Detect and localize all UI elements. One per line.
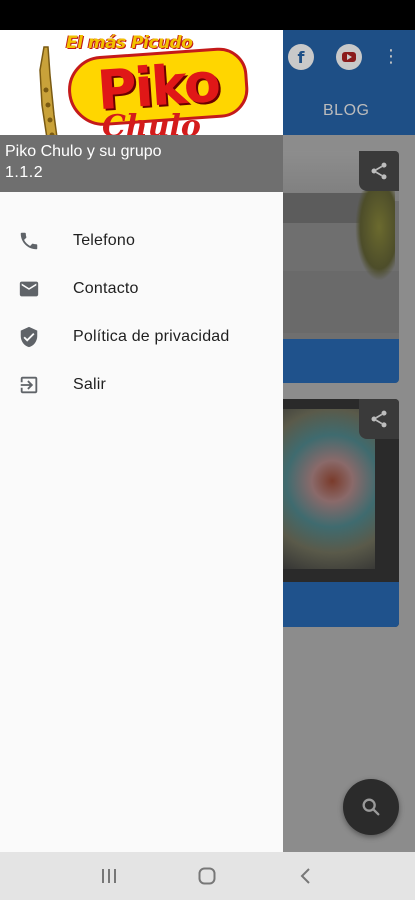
mail-icon	[17, 277, 41, 301]
menu-item-label: Telefono	[73, 232, 136, 249]
menu-item-salir[interactable]: Salir	[0, 361, 283, 409]
post-caption	[272, 582, 399, 627]
phone-icon	[17, 229, 41, 253]
status-bar	[0, 0, 415, 30]
app-version: 1.1.2	[5, 164, 44, 181]
home-button[interactable]	[187, 856, 227, 896]
app-name: Piko Chulo y su grupo	[5, 143, 162, 160]
tab-blog[interactable]: BLOG	[323, 102, 369, 120]
menu-item-label: Salir	[73, 376, 107, 393]
recents-icon	[102, 869, 117, 883]
post-card[interactable]	[272, 151, 399, 383]
menu-item-contacto[interactable]: Contacto	[0, 265, 283, 313]
back-button[interactable]	[286, 856, 326, 896]
saxophone-icon	[39, 46, 58, 135]
menu-item-politica-privacidad[interactable]: Política de privacidad	[0, 313, 283, 361]
shield-icon	[17, 325, 41, 349]
post-caption	[272, 339, 399, 383]
navigation-drawer: El más Picudo Piko Chulo Piko Chulo y su…	[0, 30, 283, 852]
youtube-icon[interactable]	[336, 44, 362, 70]
search-fab[interactable]	[343, 779, 399, 835]
menu-item-telefono[interactable]: Telefono	[0, 217, 283, 265]
more-vert-icon[interactable]: ⋮	[382, 48, 400, 66]
share-icon	[371, 410, 387, 428]
system-nav-bar	[0, 852, 415, 900]
toolbar-actions: f ⋮	[288, 44, 400, 70]
app-logo: El más Picudo Piko Chulo	[14, 30, 254, 135]
recents-button[interactable]	[89, 856, 129, 896]
share-button[interactable]	[359, 399, 399, 439]
logo-subtitle: Chulo	[102, 109, 201, 136]
back-icon	[300, 868, 310, 884]
menu-item-label: Política de privacidad	[73, 328, 230, 345]
app-info-bar: Piko Chulo y su grupo 1.1.2	[0, 135, 283, 192]
menu-item-label: Contacto	[73, 280, 139, 297]
home-icon	[198, 867, 216, 885]
exit-icon	[17, 373, 41, 397]
search-icon	[362, 798, 380, 816]
share-icon	[371, 162, 387, 180]
drawer-menu: Telefono Contacto Política de privacidad…	[0, 217, 283, 409]
facebook-icon[interactable]: f	[288, 44, 314, 70]
post-card[interactable]	[272, 399, 399, 627]
drawer-header: El más Picudo Piko Chulo	[0, 30, 283, 135]
share-button[interactable]	[359, 151, 399, 191]
